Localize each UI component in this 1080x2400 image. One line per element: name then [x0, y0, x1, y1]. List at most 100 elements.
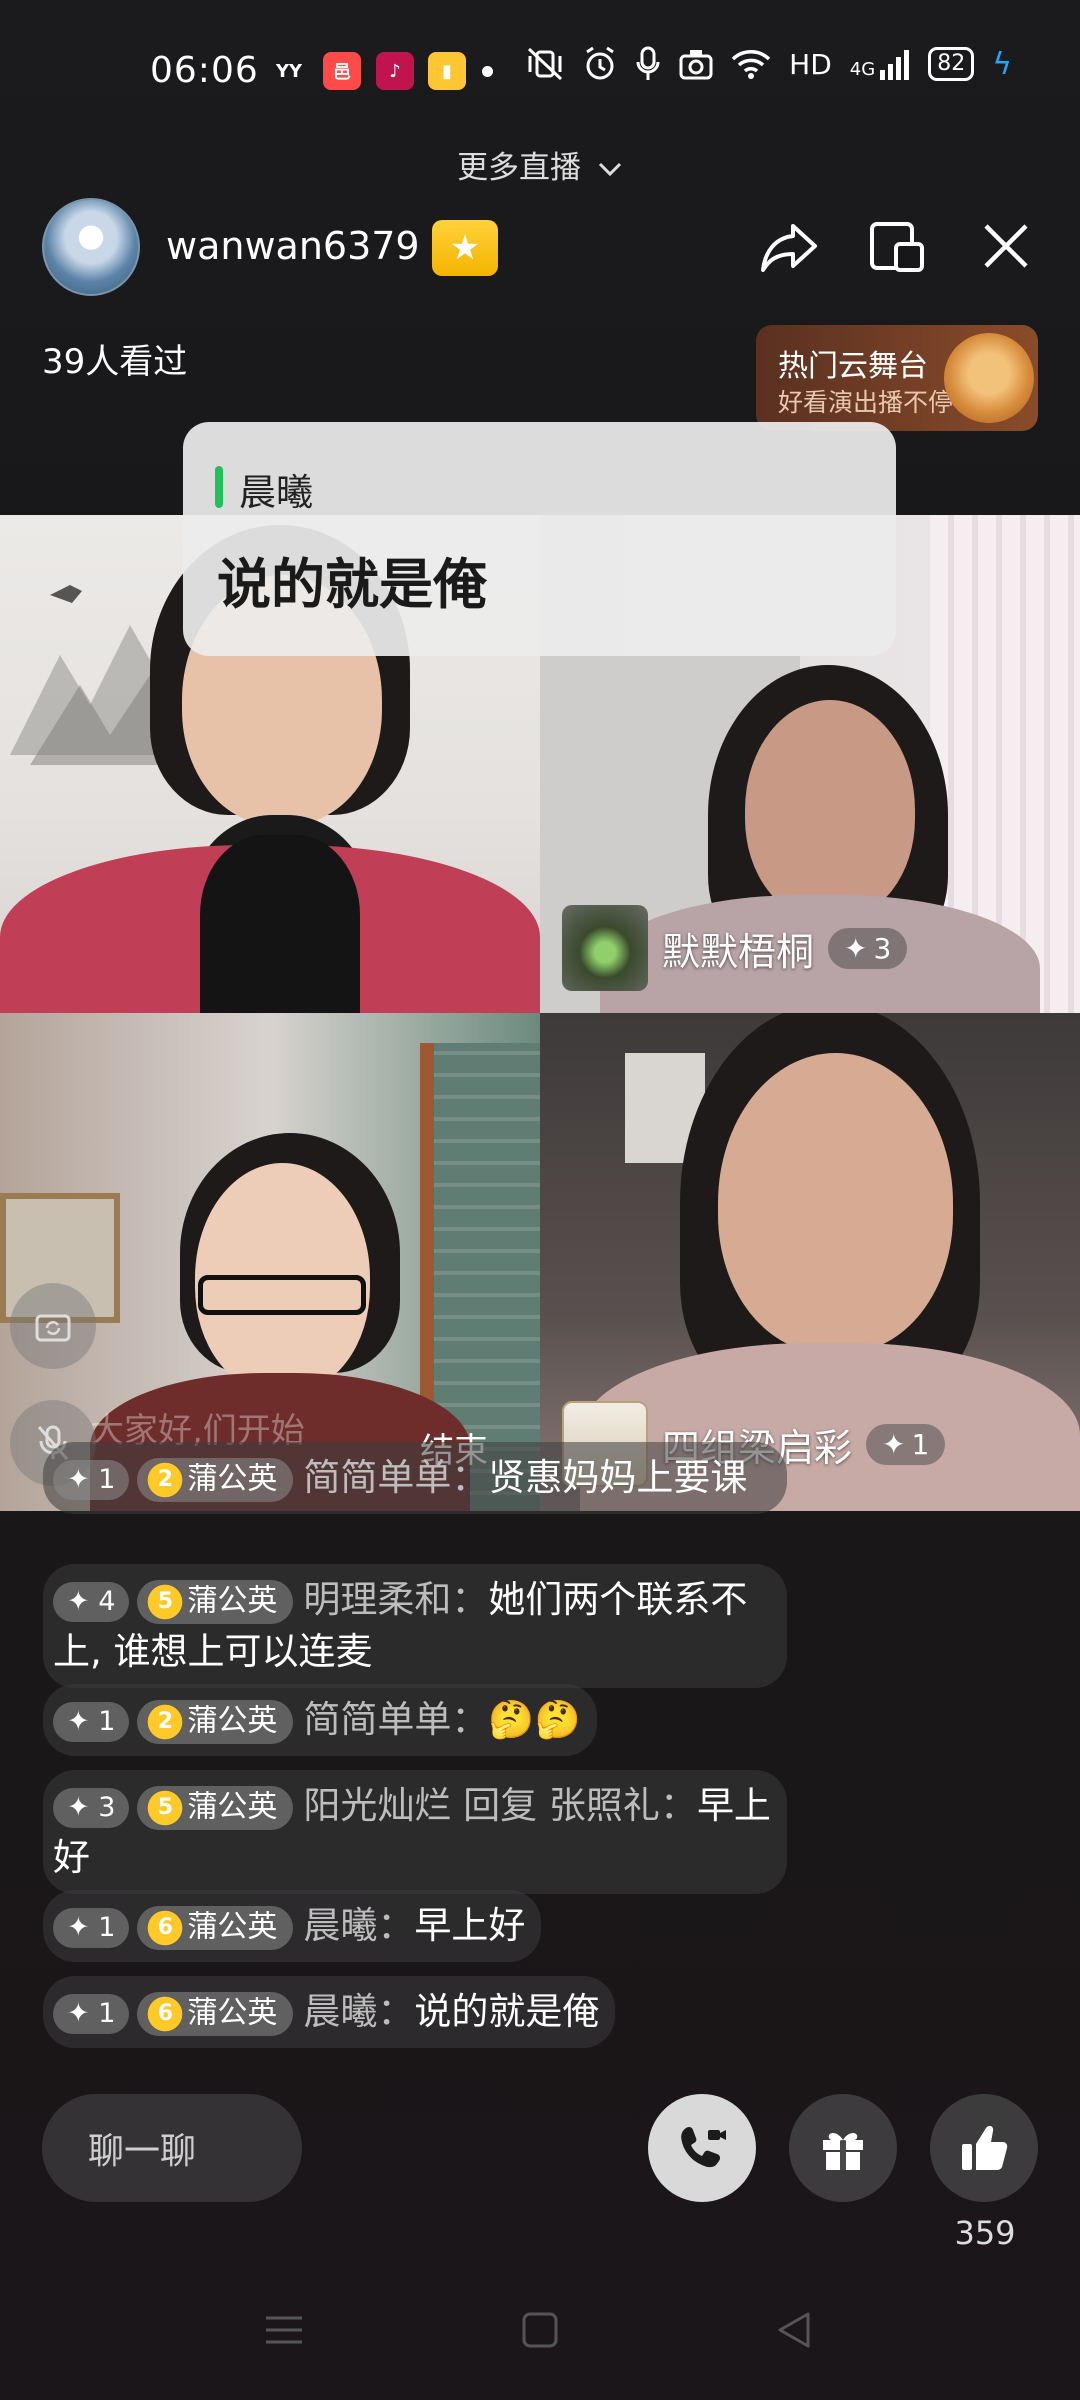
chat-author[interactable]: 阳光灿烂 回复 张照礼 — [303, 1784, 660, 1827]
user-level-badge: ✦ 1 — [53, 1459, 130, 1500]
book-app-icon: ▮ — [428, 52, 466, 90]
menu-nav-icon[interactable] — [262, 2310, 306, 2354]
user-level-value: 4 — [98, 1585, 116, 1617]
pinned-comment-card[interactable]: 晨曦 说的就是俺 — [183, 422, 896, 656]
fan-club-name: 蒲公英 — [187, 1461, 278, 1496]
user-level-value: 3 — [98, 1791, 116, 1823]
chat-author[interactable]: 明理柔和 — [303, 1578, 451, 1621]
promo-title: 热门云舞台 — [778, 349, 928, 384]
share-icon[interactable] — [757, 214, 821, 278]
guest-1-score: ✦ 3 — [828, 927, 908, 969]
home-nav-icon[interactable] — [520, 2310, 560, 2354]
star-icon: 6 — [143, 1905, 188, 1950]
chat-message[interactable]: ✦ 1 2 蒲公英 简简单单：🤔🤔 — [43, 1684, 597, 1756]
star-icon: 2 — [143, 1457, 188, 1502]
guest-1-avatar — [562, 905, 648, 991]
fan-club-name: 蒲公英 — [187, 1583, 278, 1618]
chat-author[interactable]: 简简单单 — [303, 1456, 451, 1499]
chat-text: 早上好 — [414, 1904, 526, 1947]
charging-icon: ϟ — [992, 46, 1012, 82]
more-live-label: 更多直播 — [457, 150, 582, 186]
network-type-label: 4G — [849, 59, 876, 80]
fan-club-name: 蒲公英 — [187, 1909, 278, 1944]
more-live-dropdown[interactable]: 更多直播 — [0, 142, 1080, 187]
user-level-badge: ✦ 1 — [53, 1701, 130, 1742]
fan-club-badge: 5 蒲公英 — [137, 1785, 294, 1830]
chat-message[interactable]: ✦ 4 5 蒲公英 明理柔和：她们两个联系不上, 谁想上可以连麦 — [43, 1564, 787, 1688]
chat-input[interactable]: 聊一聊 — [42, 2094, 302, 2202]
guest-1-name: 默默梧桐 — [662, 929, 815, 974]
star-badge-icon[interactable]: ★ — [432, 220, 498, 276]
host-username[interactable]: wanwan6379 — [166, 224, 420, 268]
like-count: 359 — [954, 2214, 1016, 2252]
close-icon[interactable] — [974, 214, 1038, 278]
fan-club-name: 蒲公英 — [187, 1703, 278, 1738]
video-tile-guest-3[interactable]: 四组梁启彩 ✦ 1 — [540, 1013, 1080, 1511]
gift-button[interactable] — [789, 2094, 897, 2202]
chat-author[interactable]: 晨曦 — [303, 1990, 377, 2033]
alarm-icon — [583, 46, 617, 82]
wifi-icon — [731, 48, 771, 80]
host-avatar[interactable] — [42, 198, 140, 296]
microphone-icon — [635, 46, 661, 82]
user-level-value: 1 — [98, 1997, 116, 2029]
back-nav-icon[interactable] — [774, 2310, 814, 2354]
yy-app-icon: YY — [275, 60, 303, 82]
user-level-badge: ✦ 1 — [53, 1907, 130, 1948]
chat-text: 说的就是俺 — [414, 1990, 600, 2033]
pin-accent-bar — [215, 466, 223, 508]
chat-message[interactable]: ✦ 1 6 蒲公英 晨曦：早上好 — [43, 1890, 542, 1962]
like-button[interactable] — [930, 2094, 1038, 2202]
user-level-badge: ✦ 3 — [53, 1787, 130, 1828]
switch-camera-icon[interactable] — [10, 1283, 96, 1369]
pinned-comment-author: 晨曦 — [239, 471, 313, 514]
fan-club-name: 蒲公英 — [187, 1789, 278, 1824]
chat-author[interactable]: 晨曦 — [303, 1904, 377, 1947]
chat-message[interactable]: ✦ 1 6 蒲公英 晨曦：说的就是俺 — [43, 1976, 616, 2048]
chat-message[interactable]: ✦ 1 2 蒲公英 简简单单：贤惠妈妈上要课 — [43, 1442, 787, 1514]
camera-icon — [679, 48, 713, 80]
douyin-app-icon: ♪ — [376, 52, 414, 90]
chat-text: 🤔🤔 — [488, 1698, 581, 1741]
guest-1-score-value: 3 — [873, 931, 892, 965]
video-call-button[interactable] — [648, 2094, 756, 2202]
guest-3-score: ✦ 1 — [866, 1423, 946, 1465]
user-level-value: 1 — [98, 1911, 116, 1943]
fan-club-badge: 2 蒲公英 — [137, 1699, 294, 1744]
promo-thumbnail — [944, 333, 1034, 423]
fan-club-badge: 5 蒲公英 — [137, 1579, 294, 1624]
float-window-icon[interactable] — [866, 214, 930, 278]
star-icon: 6 — [143, 1991, 188, 2036]
user-level-value: 1 — [98, 1463, 116, 1495]
promo-subtitle: 好看演出播不停 — [778, 388, 954, 417]
gift-icon — [823, 2133, 863, 2170]
cell-signal-icon: 4G — [850, 48, 910, 80]
star-icon: 2 — [143, 1699, 188, 1744]
chat-author[interactable]: 简简单单 — [303, 1698, 451, 1741]
battery-icon: 82 — [928, 47, 975, 81]
glasses — [198, 1275, 366, 1315]
phone-video-icon — [681, 2126, 726, 2168]
star-icon: 5 — [143, 1579, 188, 1624]
guest-1-label[interactable]: 默默梧桐 ✦ 3 — [562, 905, 908, 991]
user-level-badge: ✦ 1 — [53, 1993, 130, 2034]
red-app-icon: 邑 — [323, 52, 361, 90]
status-icons: HD 4G 82 ϟ — [525, 46, 1012, 82]
user-level-value: 1 — [98, 1705, 116, 1737]
status-time: 06:06 — [150, 50, 259, 91]
fan-club-badge: 6 蒲公英 — [137, 1991, 294, 2036]
fan-club-badge: 2 蒲公英 — [137, 1457, 294, 1502]
notification-dot — [482, 66, 493, 77]
user-level-badge: ✦ 4 — [53, 1581, 130, 1622]
viewer-count: 39人看过 — [42, 342, 188, 382]
pinned-comment-text: 说的就是俺 — [217, 553, 487, 616]
thumbs-up-icon — [962, 2125, 1008, 2170]
chevron-down-icon — [597, 150, 623, 186]
guest-3-score-value: 1 — [911, 1427, 930, 1461]
promo-banner[interactable]: 热门云舞台 好看演出播不停 — [756, 325, 1038, 431]
fan-club-badge: 6 蒲公英 — [137, 1905, 294, 1950]
chat-message[interactable]: ✦ 3 5 蒲公英 阳光灿烂 回复 张照礼：早上好 — [43, 1770, 787, 1894]
hd-label: HD — [789, 47, 832, 81]
star-icon: 5 — [143, 1785, 188, 1830]
fan-club-name: 蒲公英 — [187, 1995, 278, 2030]
